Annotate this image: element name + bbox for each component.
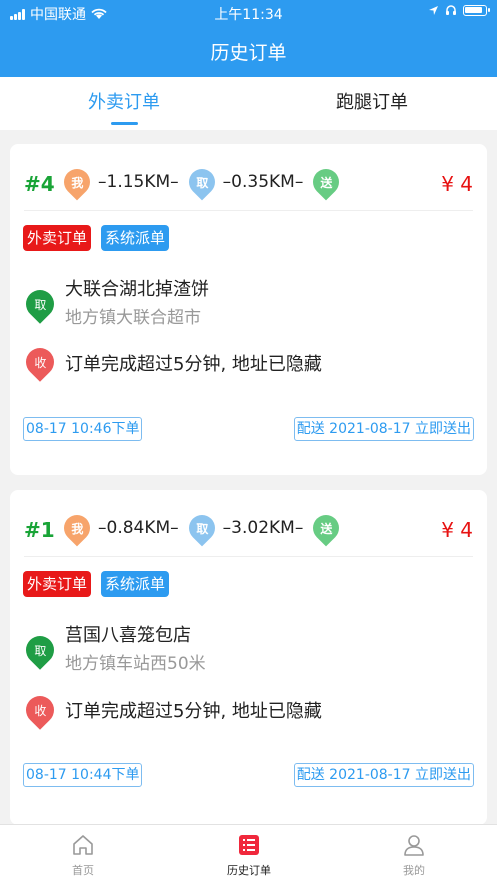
distance-to-delivery: –3.02KM– — [222, 518, 304, 538]
pickup-location-icon: 取 — [20, 630, 60, 670]
nav-profile[interactable]: 我的 — [331, 825, 497, 883]
headphones-icon — [446, 5, 456, 15]
route-distance: 我 –1.15KM– 取 –0.35KM– 送 — [58, 163, 347, 201]
order-time: 08-17 10:46下单 — [23, 417, 143, 441]
recipient-address-hidden: 订单完成超过5分钟, 地址已隐藏 — [65, 354, 322, 375]
tag-takeout-order: 外卖订单 — [23, 571, 92, 597]
order-time: 08-17 10:44下单 — [23, 763, 143, 787]
order-tags: 外卖订单 系统派单 — [23, 571, 170, 597]
order-price: ¥ 4 — [441, 172, 473, 196]
bottom-nav: 首页 历史订单 我的 — [0, 824, 497, 883]
tag-system-dispatch: 系统派单 — [101, 571, 170, 597]
delivery-info: 配送 2021-08-17 立即送出 — [293, 417, 474, 441]
nav-home[interactable]: 首页 — [0, 825, 166, 883]
delivery-pin-icon: 送 — [307, 509, 345, 547]
distance-to-pickup: –0.84KM– — [98, 518, 179, 538]
status-time: 上午11:34 — [214, 7, 283, 23]
divider — [24, 210, 473, 211]
shop-name: 大联合湖北掉渣饼 — [65, 279, 209, 300]
order-card[interactable]: #4 我 –1.15KM– 取 –0.35KM– 送 ¥ 4 外卖订单 系统派单… — [10, 144, 487, 475]
battery-icon — [463, 4, 490, 16]
distance-to-pickup: –1.15KM– — [98, 172, 179, 192]
recipient-location-icon: 收 — [20, 690, 60, 730]
status-bar: 中国联通 上午11:34 — [0, 0, 497, 24]
me-pin-icon: 我 — [58, 163, 96, 201]
distance-to-delivery: –0.35KM– — [222, 172, 304, 192]
page-title: 历史订单 — [210, 42, 287, 64]
recipient-address-hidden: 订单完成超过5分钟, 地址已隐藏 — [65, 701, 322, 722]
tab-errand-orders[interactable]: 跑腿订单 — [248, 77, 496, 130]
nav-history-label: 历史订单 — [227, 864, 271, 877]
nav-profile-label: 我的 — [403, 864, 425, 877]
pickup-pin-icon: 取 — [183, 163, 221, 201]
order-tags: 外卖订单 系统派单 — [23, 225, 170, 251]
recipient-location-icon: 收 — [20, 342, 60, 382]
order-number: #1 — [24, 518, 55, 542]
shop-address: 地方镇大联合超市 — [65, 308, 201, 328]
delivery-info: 配送 2021-08-17 立即送出 — [293, 763, 474, 787]
me-pin-icon: 我 — [58, 509, 96, 547]
tag-system-dispatch: 系统派单 — [101, 225, 170, 251]
route-distance: 我 –0.84KM– 取 –3.02KM– 送 — [58, 509, 347, 547]
order-type-tabs: 外卖订单 跑腿订单 — [0, 77, 497, 130]
nav-history-orders[interactable]: 历史订单 — [166, 825, 332, 883]
nav-home-label: 首页 — [72, 864, 94, 877]
delivery-pin-icon: 送 — [307, 163, 345, 201]
pickup-location-icon: 取 — [20, 284, 60, 324]
history-orders-icon — [239, 835, 259, 855]
order-price: ¥ 4 — [441, 518, 473, 542]
header: 中国联通 上午11:34 历史订单 — [0, 0, 497, 77]
location-arrow-icon — [429, 5, 438, 15]
tag-takeout-order: 外卖订单 — [23, 225, 92, 251]
order-number: #4 — [24, 172, 55, 196]
active-tab-indicator — [111, 122, 138, 125]
home-icon — [73, 835, 93, 855]
shop-address: 地方镇车站西50米 — [65, 654, 206, 674]
order-card[interactable]: #1 我 –0.84KM– 取 –3.02KM– 送 ¥ 4 外卖订单 系统派单… — [10, 490, 487, 825]
shop-name: 莒国八喜笼包店 — [65, 625, 191, 646]
divider — [24, 556, 473, 557]
pickup-pin-icon: 取 — [183, 509, 221, 547]
profile-icon — [404, 835, 424, 856]
